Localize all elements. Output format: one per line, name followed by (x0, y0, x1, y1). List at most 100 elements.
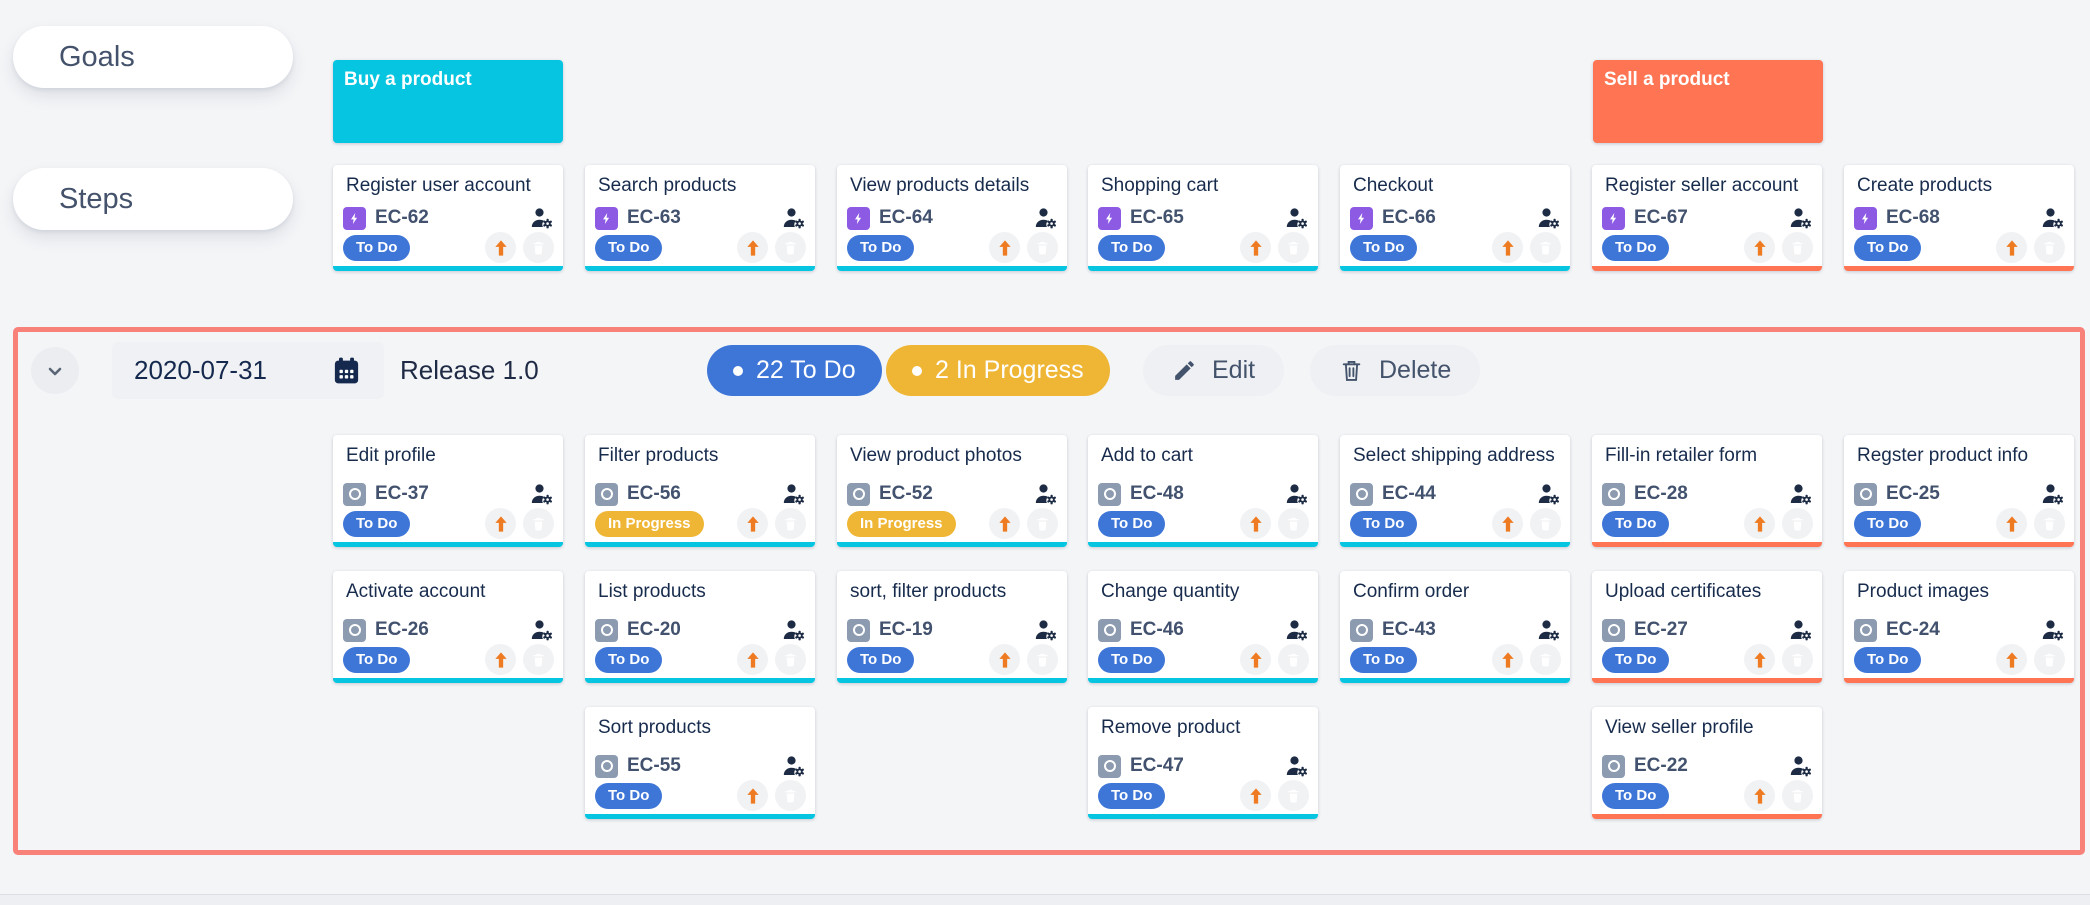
delete-issue-button[interactable] (523, 508, 554, 539)
delete-issue-button[interactable] (1278, 780, 1309, 811)
release-date-picker[interactable]: 2020-07-31 (112, 342, 384, 399)
delete-issue-button[interactable] (1782, 232, 1813, 263)
assignee-gear-icon[interactable] (1285, 207, 1309, 229)
priority-up-button[interactable] (737, 644, 768, 675)
assignee-gear-icon[interactable] (1537, 483, 1561, 505)
delete-issue-button[interactable] (2034, 232, 2065, 263)
assignee-gear-icon[interactable] (782, 207, 806, 229)
delete-issue-button[interactable] (1530, 644, 1561, 675)
priority-up-button[interactable] (989, 232, 1020, 263)
priority-up-button[interactable] (1240, 232, 1271, 263)
delete-issue-button[interactable] (775, 644, 806, 675)
assignee-gear-icon[interactable] (1537, 207, 1561, 229)
priority-up-button[interactable] (1492, 508, 1523, 539)
priority-up-button[interactable] (1492, 232, 1523, 263)
priority-up-button[interactable] (989, 644, 1020, 675)
assignee-gear-icon[interactable] (1789, 755, 1813, 777)
assignee-gear-icon[interactable] (1789, 207, 1813, 229)
assignee-gear-icon[interactable] (1285, 619, 1309, 641)
issue-card[interactable]: sort, filter products EC-19 (837, 571, 1067, 683)
delete-issue-button[interactable] (775, 780, 806, 811)
priority-up-button[interactable] (485, 232, 516, 263)
priority-up-button[interactable] (485, 508, 516, 539)
issue-card[interactable]: Product images EC-24 (1844, 571, 2074, 683)
goal-card-sell-a-product[interactable]: Sell a product (1593, 60, 1823, 143)
issue-card[interactable]: Change quantity EC-46 (1088, 571, 1318, 683)
delete-issue-button[interactable] (1278, 232, 1309, 263)
issue-card[interactable]: Confirm order EC-43 (1340, 571, 1570, 683)
delete-issue-button[interactable] (1027, 644, 1058, 675)
priority-up-button[interactable] (989, 508, 1020, 539)
issue-card[interactable]: Fill-in retailer form EC-28 (1592, 435, 1822, 547)
delete-issue-button[interactable] (1530, 232, 1561, 263)
priority-up-button[interactable] (1240, 780, 1271, 811)
priority-up-button[interactable] (485, 644, 516, 675)
delete-issue-button[interactable] (523, 232, 554, 263)
priority-up-button[interactable] (1996, 644, 2027, 675)
release-delete-button[interactable]: Delete (1310, 345, 1480, 396)
priority-up-button[interactable] (1996, 232, 2027, 263)
issue-card[interactable]: View products details EC-64 (837, 165, 1067, 271)
delete-issue-button[interactable] (1782, 644, 1813, 675)
delete-issue-button[interactable] (1278, 508, 1309, 539)
priority-up-button[interactable] (737, 232, 768, 263)
delete-issue-button[interactable] (775, 508, 806, 539)
release-collapse-button[interactable] (31, 347, 79, 394)
delete-issue-button[interactable] (1782, 508, 1813, 539)
priority-up-button[interactable] (1492, 644, 1523, 675)
priority-up-button[interactable] (737, 508, 768, 539)
issue-card[interactable]: Activate account EC-26 (333, 571, 563, 683)
issue-card[interactable]: Shopping cart EC-65 (1088, 165, 1318, 271)
priority-up-button[interactable] (1744, 644, 1775, 675)
delete-issue-button[interactable] (1027, 232, 1058, 263)
priority-up-button[interactable] (1744, 232, 1775, 263)
issue-card[interactable]: Sort products EC-55 (585, 707, 815, 819)
assignee-gear-icon[interactable] (1034, 483, 1058, 505)
delete-issue-button[interactable] (1530, 508, 1561, 539)
issue-card[interactable]: Register user account EC-62 (333, 165, 563, 271)
issue-card[interactable]: Filter products EC-56 (585, 435, 815, 547)
issue-card[interactable]: Regster product info EC-25 (1844, 435, 2074, 547)
assignee-gear-icon[interactable] (1285, 755, 1309, 777)
assignee-gear-icon[interactable] (530, 207, 554, 229)
assignee-gear-icon[interactable] (530, 483, 554, 505)
delete-issue-button[interactable] (1027, 508, 1058, 539)
delete-issue-button[interactable] (2034, 644, 2065, 675)
issue-card[interactable]: Search products EC-63 (585, 165, 815, 271)
issue-card[interactable]: Checkout EC-66 (1340, 165, 1570, 271)
delete-issue-button[interactable] (775, 232, 806, 263)
priority-up-button[interactable] (1240, 644, 1271, 675)
issue-card[interactable]: Upload certificates EC-27 (1592, 571, 1822, 683)
delete-issue-button[interactable] (2034, 508, 2065, 539)
assignee-gear-icon[interactable] (2041, 619, 2065, 641)
issue-card[interactable]: View seller profile EC-22 (1592, 707, 1822, 819)
assignee-gear-icon[interactable] (1789, 483, 1813, 505)
issue-card[interactable]: Select shipping address EC-44 (1340, 435, 1570, 547)
priority-up-button[interactable] (1744, 780, 1775, 811)
assignee-gear-icon[interactable] (1034, 619, 1058, 641)
assignee-gear-icon[interactable] (2041, 483, 2065, 505)
issue-card[interactable]: Edit profile EC-37 (333, 435, 563, 547)
assignee-gear-icon[interactable] (782, 619, 806, 641)
assignee-gear-icon[interactable] (1034, 207, 1058, 229)
issue-card[interactable]: Add to cart EC-48 (1088, 435, 1318, 547)
delete-issue-button[interactable] (523, 644, 554, 675)
issue-card[interactable]: List products EC-20 (585, 571, 815, 683)
release-edit-button[interactable]: Edit (1143, 345, 1284, 396)
assignee-gear-icon[interactable] (2041, 207, 2065, 229)
assignee-gear-icon[interactable] (1789, 619, 1813, 641)
issue-card[interactable]: Create products EC-68 (1844, 165, 2074, 271)
issue-card[interactable]: Register seller account EC-67 (1592, 165, 1822, 271)
priority-up-button[interactable] (1744, 508, 1775, 539)
priority-up-button[interactable] (737, 780, 768, 811)
assignee-gear-icon[interactable] (1285, 483, 1309, 505)
assignee-gear-icon[interactable] (530, 619, 554, 641)
priority-up-button[interactable] (1996, 508, 2027, 539)
assignee-gear-icon[interactable] (1537, 619, 1561, 641)
delete-issue-button[interactable] (1782, 780, 1813, 811)
assignee-gear-icon[interactable] (782, 755, 806, 777)
priority-up-button[interactable] (1240, 508, 1271, 539)
goal-card-buy-a-product[interactable]: Buy a product (333, 60, 563, 143)
issue-card[interactable]: Remove product EC-47 (1088, 707, 1318, 819)
issue-card[interactable]: View product photos EC-52 (837, 435, 1067, 547)
